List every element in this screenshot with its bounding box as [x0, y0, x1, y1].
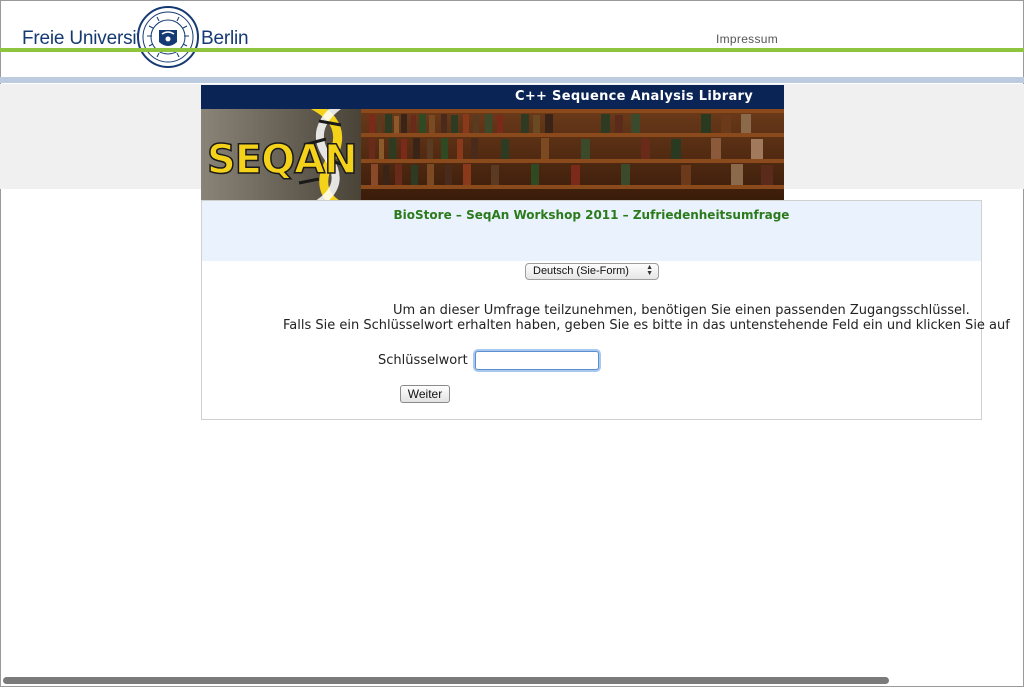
banner-title: C++ Sequence Analysis Library: [515, 89, 754, 104]
seqan-banner: C++ Sequence Analysis Library SEQAN: [201, 85, 784, 200]
seqan-banner-image: SEQAN: [201, 109, 784, 200]
survey-header: BioStore – SeqAn Workshop 2011 – Zufried…: [202, 201, 981, 261]
green-divider: [0, 48, 1024, 52]
key-field-label: Schlüsselwort: [378, 353, 468, 368]
survey-title: BioStore – SeqAn Workshop 2011 – Zufried…: [393, 208, 790, 222]
language-select[interactable]: Deutsch (Sie-Form) ▲ ▼: [525, 263, 659, 280]
university-seal-icon[interactable]: [137, 6, 199, 68]
brand-name-right: Berlin: [201, 28, 249, 49]
horizontal-scrollbar[interactable]: [3, 677, 889, 684]
site-header: Freie Universität Berlin Impressum: [0, 0, 1024, 68]
select-arrows-icon: ▲ ▼: [646, 264, 653, 277]
access-key-message-line2: Falls Sie ein Schlüsselwort erhalten hab…: [283, 318, 1010, 333]
seqan-logo-text: SEQAN: [207, 137, 357, 183]
key-input[interactable]: [475, 351, 599, 370]
continue-button[interactable]: Weiter: [400, 385, 450, 403]
language-select-value: Deutsch (Sie-Form): [533, 265, 629, 277]
blue-divider: [0, 77, 1024, 83]
impressum-link[interactable]: Impressum: [716, 32, 778, 46]
access-key-message-line1: Um an dieser Umfrage teilzunehmen, benöt…: [393, 303, 970, 318]
